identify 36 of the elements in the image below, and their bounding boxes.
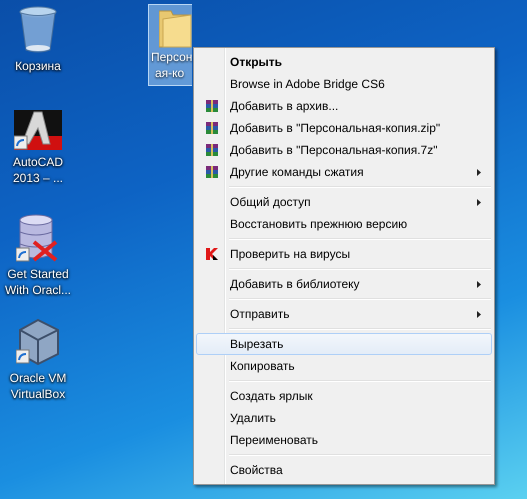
menu-item[interactable]: Удалить [196,407,492,429]
folder-label: ая-ко [154,65,184,81]
book-stack-icon [205,165,219,179]
desktop-icon-label[interactable]: AutoCAD 2013 – ... [2,154,74,186]
book-stack-icon [205,121,219,135]
menu-item[interactable]: Добавить в архив... [196,95,492,117]
menu-item[interactable]: Копировать [196,355,492,377]
menu-item[interactable]: Другие команды сжатия [196,161,492,183]
cube-icon[interactable] [16,318,60,366]
recycle-bin-icon[interactable] [18,6,58,54]
desktop-icon-label[interactable]: Get Started With Oracl... [2,266,74,298]
submenu-arrow-icon [477,280,481,288]
menu-item[interactable]: Отправить [196,303,492,325]
submenu-arrow-icon [477,310,481,318]
menu-item[interactable]: Проверить на вирусы [196,243,492,265]
menu-item[interactable]: Добавить в библиотеку [196,273,492,295]
submenu-arrow-icon [477,198,481,206]
database-icon[interactable] [16,214,60,262]
menu-item[interactable]: Переименовать [196,429,492,451]
menu-item[interactable]: Browse in Adobe Bridge CS6 [196,73,492,95]
menu-item[interactable]: Добавить в "Персональная-копия.7z" [196,139,492,161]
desktop-icon-label[interactable]: Корзина [2,58,74,74]
menu-item[interactable]: Открыть [196,51,492,73]
menu-item[interactable]: Общий доступ [196,191,492,213]
book-stack-icon [205,143,219,157]
menu-item[interactable]: Добавить в "Персональная-копия.zip" [196,117,492,139]
submenu-arrow-icon [477,168,481,176]
menu-item[interactable]: Создать ярлык [196,385,492,407]
k-letter-icon [205,247,219,261]
menu-item[interactable]: Свойства [196,459,492,481]
desktop-icon-label[interactable]: Oracle VM VirtualBox [2,370,74,402]
book-stack-icon [205,99,219,113]
letter-a-app-icon[interactable] [14,110,62,150]
menu-item[interactable]: Восстановить прежнюю версию [196,213,492,235]
menu-item[interactable]: Вырезать [196,333,492,355]
folder-label: Персон [151,49,192,65]
